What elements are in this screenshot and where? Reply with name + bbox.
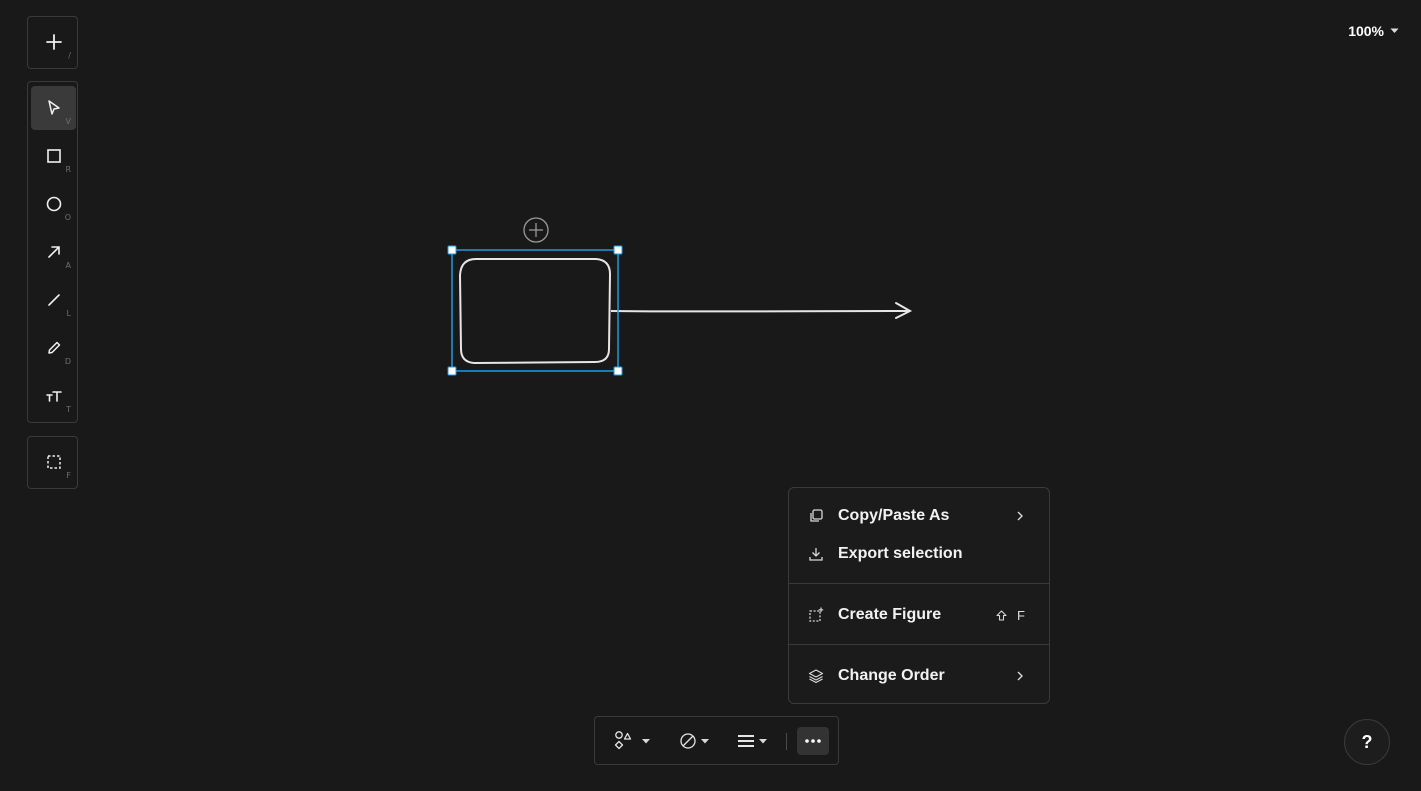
chevron-down-icon	[701, 738, 709, 743]
add-button[interactable]: /	[31, 20, 76, 64]
menu-item-export-selection[interactable]: Export selection	[789, 537, 1049, 571]
tool-draw[interactable]: D	[31, 326, 76, 370]
text-shortcut: T	[66, 405, 71, 414]
context-menu: Copy/Paste As Export selection Create Fi…	[788, 487, 1050, 704]
no-fill-icon	[680, 733, 696, 749]
add-connection-icon[interactable]	[523, 217, 549, 243]
pencil-icon	[47, 341, 60, 354]
chevron-down-icon	[1390, 28, 1399, 33]
help-button[interactable]: ?	[1344, 719, 1390, 765]
tool-ellipse[interactable]: O	[31, 182, 76, 226]
fill-style-button[interactable]	[679, 727, 709, 755]
selection-box	[451, 249, 619, 372]
line-icon	[47, 294, 60, 306]
arrow-icon	[47, 246, 60, 258]
copy-icon	[810, 509, 823, 522]
plus-icon	[45, 34, 62, 50]
resize-handle-bottom-left[interactable]	[447, 366, 457, 376]
stroke-style-button[interactable]	[737, 727, 767, 755]
stroke-width-icon	[738, 735, 754, 747]
zoom-control[interactable]: 100%	[1348, 22, 1399, 40]
shape-style-button[interactable]	[613, 727, 650, 755]
shift-icon	[996, 609, 1007, 621]
menu-item-change-order[interactable]: Change Order	[789, 659, 1049, 693]
create-figure-shortcut: F	[996, 608, 1025, 623]
style-toolbar	[594, 716, 839, 765]
copy-paste-as-label: Copy/Paste As	[838, 507, 950, 524]
tool-frame[interactable]: F	[31, 440, 76, 484]
add-panel: /	[27, 16, 78, 69]
line-shortcut: L	[66, 309, 71, 318]
resize-handle-top-right[interactable]	[613, 245, 623, 255]
chevron-down-icon	[759, 738, 767, 743]
tool-line[interactable]: L	[31, 278, 76, 322]
shortcut-key: F	[1017, 607, 1025, 623]
rectangle-shortcut: R	[65, 165, 71, 174]
frame-shortcut: F	[66, 471, 71, 480]
menu-item-create-figure[interactable]: Create Figure F	[789, 598, 1049, 632]
circle-icon	[46, 196, 61, 212]
help-label: ?	[1361, 731, 1373, 752]
chevron-right-icon	[1017, 671, 1023, 681]
export-selection-label: Export selection	[838, 545, 963, 562]
tool-rectangle[interactable]: R	[31, 134, 76, 178]
chevron-down-icon	[642, 738, 650, 743]
chevron-right-icon	[1017, 511, 1023, 521]
frame-icon	[46, 455, 61, 469]
square-icon	[46, 149, 61, 163]
download-icon	[809, 548, 823, 561]
frame-panel: F	[27, 436, 78, 489]
add-shortcut: /	[68, 51, 71, 60]
zoom-level: 100%	[1348, 23, 1384, 39]
tool-arrow[interactable]: A	[31, 230, 76, 274]
more-options-button[interactable]	[797, 727, 829, 755]
menu-separator	[789, 644, 1049, 645]
tools-panel: V R O A L D T	[27, 81, 78, 423]
select-shortcut: V	[65, 117, 71, 126]
menu-item-copy-paste-as[interactable]: Copy/Paste As	[789, 499, 1049, 533]
cursor-icon	[47, 100, 60, 115]
tool-text[interactable]: T	[31, 374, 76, 418]
draw-shortcut: D	[64, 357, 71, 366]
shapes-icon	[614, 731, 632, 750]
change-order-label: Change Order	[838, 667, 945, 684]
layers-icon	[808, 669, 824, 684]
rounded-rectangle-shape[interactable]	[458, 258, 612, 365]
more-icon	[805, 739, 821, 743]
toolbar-divider	[786, 733, 787, 750]
text-icon	[45, 391, 62, 402]
create-figure-label: Create Figure	[838, 606, 942, 623]
tool-select[interactable]: V	[31, 86, 76, 130]
menu-separator	[789, 583, 1049, 584]
arrow-shortcut: A	[65, 261, 71, 270]
resize-handle-top-left[interactable]	[447, 245, 457, 255]
create-frame-icon	[809, 607, 824, 622]
ellipse-shortcut: O	[64, 213, 71, 222]
drawing-canvas[interactable]	[0, 0, 1421, 791]
resize-handle-bottom-right[interactable]	[613, 366, 623, 376]
